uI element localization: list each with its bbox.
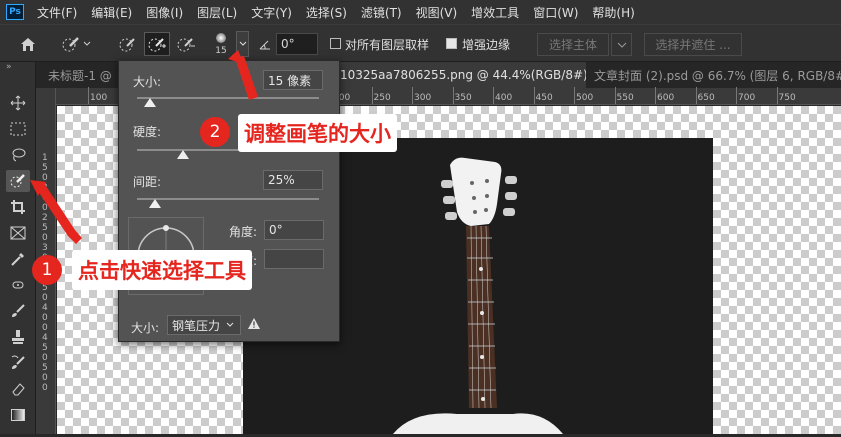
step2-callout: 调整画笔的大小 [238,114,397,152]
annotation-arrows [30,50,258,244]
step2-badge: 2 [200,117,230,147]
arrow-to-brush-picker [235,56,258,100]
step1-callout: 点击快速选择工具 [72,250,252,290]
step1-badge: 1 [32,255,62,285]
arrow-to-quick-selection [36,183,82,244]
